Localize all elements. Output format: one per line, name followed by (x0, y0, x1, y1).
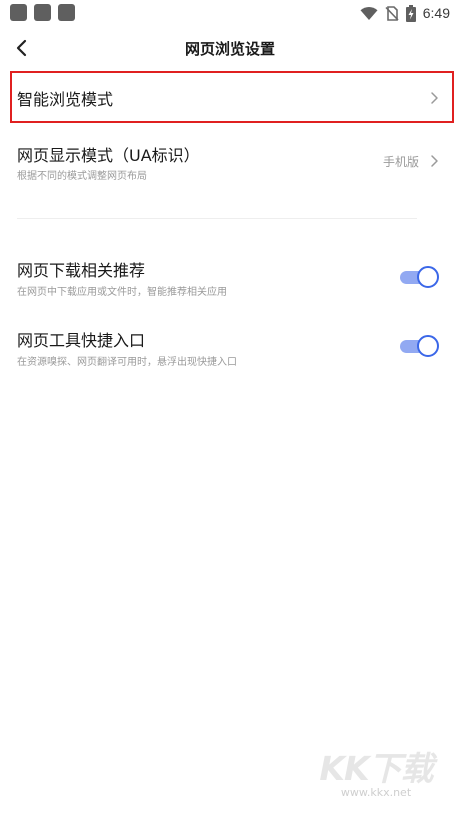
page-title: 网页浏览设置 (184, 40, 275, 58)
chevron-right-icon (431, 92, 438, 104)
status-time: 6:49 (422, 5, 450, 21)
setting-subtitle: 根据不同的模式调整网页布局 (17, 171, 147, 182)
setting-title: 网页显示模式（UA标识） (17, 146, 200, 165)
setting-tool-shortcut-entry: 网页工具快捷入口 在资源嗅探、网页翻译可用时，悬浮出现快捷入口 (0, 322, 460, 372)
setting-value: 手机版 (382, 155, 419, 169)
status-icons: 6:49 (360, 3, 450, 23)
no-sim-icon (385, 5, 399, 21)
app-notification-icon (58, 4, 75, 21)
setting-subtitle: 在资源嗅探、网页翻译可用时，悬浮出现快捷入口 (17, 357, 237, 368)
setting-ua-display-mode[interactable]: 网页显示模式（UA标识） 根据不同的模式调整网页布局 手机版 (0, 135, 460, 191)
watermark-logo: KK下载 (319, 749, 433, 788)
setting-subtitle: 在网页中下载应用或文件时，智能推荐相关应用 (17, 287, 227, 298)
toggle-knob (417, 335, 439, 357)
setting-smart-browse-mode[interactable]: 智能浏览模式 (0, 72, 460, 122)
setting-download-recommendations: 网页下载相关推荐 在网页中下载应用或文件时，智能推荐相关应用 (0, 252, 460, 302)
battery-charging-icon (405, 4, 416, 22)
download-recommendations-toggle[interactable] (399, 265, 439, 289)
section-divider (17, 218, 417, 219)
chevron-right-icon (431, 155, 438, 167)
setting-title: 智能浏览模式 (17, 90, 114, 109)
nav-bar: 网页浏览设置 (0, 30, 460, 66)
watermark: KK下载 www.kkx.net (316, 742, 436, 799)
setting-title: 网页工具快捷入口 (17, 331, 146, 350)
toggle-knob (417, 266, 439, 288)
tool-shortcut-toggle[interactable] (399, 334, 439, 358)
setting-title: 网页下载相关推荐 (17, 261, 146, 280)
app-notification-icon (10, 4, 27, 21)
app-notification-icon (34, 4, 51, 21)
wifi-icon (360, 6, 378, 20)
browser-settings-screen: 6:49 网页浏览设置 智能浏览模式 网页显示模式（UA标识） 根据不同的模式调… (0, 0, 460, 817)
status-bar: 6:49 (0, 0, 460, 28)
